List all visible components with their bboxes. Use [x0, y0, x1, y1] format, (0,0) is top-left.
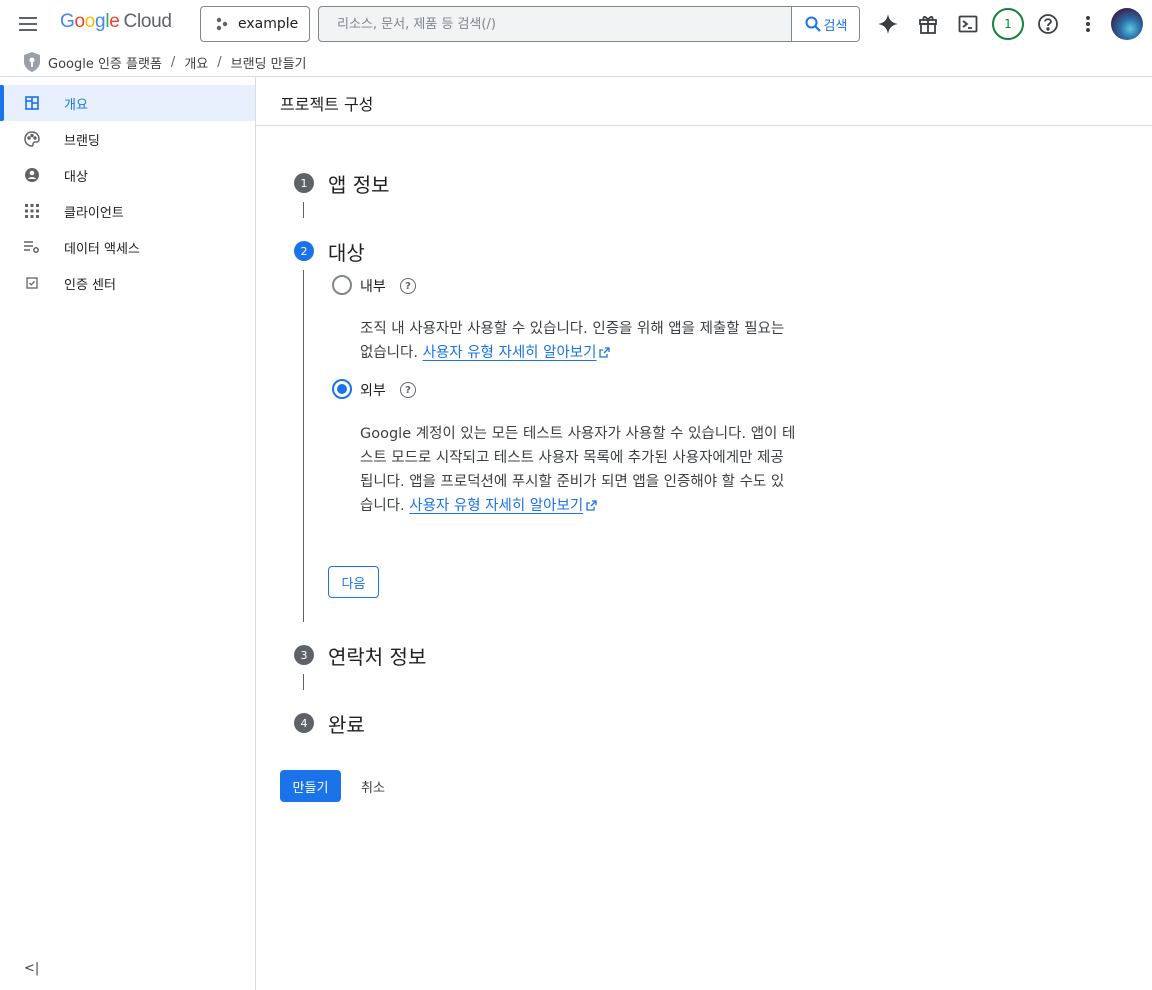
step-4-title[interactable]: 완료 — [328, 709, 365, 738]
step-4-number: 4 — [294, 713, 314, 733]
google-cloud-logo[interactable]: Google Cloud — [60, 11, 172, 33]
account-avatar[interactable] — [1111, 8, 1143, 40]
project-hierarchy-icon — [216, 17, 228, 31]
internal-label: 내부 — [360, 279, 386, 295]
breadcrumb-current: 브랜딩 만들기 — [230, 56, 307, 72]
step-connector — [303, 270, 304, 622]
sidebar-item-data-access[interactable]: 데이터 액세스 — [0, 229, 255, 265]
page-title: 프로젝트 구성 — [280, 95, 374, 114]
account-circle-icon — [24, 167, 40, 183]
internal-description: 조직 내 사용자만 사용할 수 있습니다. 인증을 위해 앱을 제출할 필요는 … — [360, 321, 785, 361]
more-vert-icon[interactable] — [1076, 12, 1100, 36]
help-icon[interactable] — [1036, 12, 1060, 36]
collapse-sidebar-button[interactable]: <| — [24, 961, 39, 976]
external-link-icon — [599, 347, 611, 358]
internal-radio[interactable] — [332, 275, 352, 295]
shield-icon — [24, 52, 40, 72]
step-1-title[interactable]: 앱 정보 — [328, 169, 390, 198]
step-connector — [303, 202, 304, 218]
page-header: 프로젝트 구성 — [256, 77, 1152, 126]
project-picker-button[interactable]: example — [200, 6, 310, 42]
breadcrumb-product[interactable]: Google 인증 플랫폼 — [48, 53, 162, 72]
external-learn-more-link[interactable]: 사용자 유형 자세히 알아보기 — [409, 498, 583, 514]
notifications-badge[interactable]: 1 — [992, 8, 1024, 40]
top-bar: GoogleCloud example 검색 1 — [0, 0, 1152, 48]
sidebar-item-clients[interactable]: 클라이언트 — [0, 193, 255, 229]
internal-help-icon[interactable]: ? — [400, 278, 416, 294]
dashboard-icon — [24, 95, 40, 111]
create-button[interactable]: 만들기 — [280, 770, 341, 802]
project-name: example — [238, 16, 299, 32]
step-2-number: 2 — [294, 241, 314, 261]
external-help-icon[interactable]: ? — [400, 382, 416, 398]
cancel-button[interactable]: 취소 — [353, 770, 393, 802]
list-settings-icon — [24, 239, 40, 255]
external-link-icon — [586, 500, 597, 511]
search-bar: 검색 — [318, 6, 860, 42]
internal-learn-more-link[interactable]: 사용자 유형 자세히 알아보기 — [423, 345, 597, 361]
search-input[interactable] — [319, 7, 791, 41]
step-1-number: 1 — [294, 173, 314, 193]
step-3-title[interactable]: 연락처 정보 — [328, 641, 426, 670]
main-menu-button[interactable] — [16, 12, 40, 36]
sidebar-item-branding[interactable]: 브랜딩 — [0, 121, 255, 157]
sidebar: 개요 브랜딩 대상 클라이언트 데이터 액세스 인증 센터 <| — [0, 77, 256, 990]
step-connector — [303, 674, 304, 690]
sidebar-item-overview[interactable]: 개요 — [0, 85, 255, 121]
terminal-icon[interactable] — [956, 12, 980, 36]
next-button[interactable]: 다음 — [328, 566, 379, 598]
external-radio[interactable] — [332, 379, 352, 399]
step-3-number: 3 — [294, 645, 314, 665]
search-button[interactable]: 검색 — [791, 7, 859, 41]
search-icon — [805, 16, 821, 32]
step-2-title: 대상 — [328, 241, 365, 265]
gift-icon[interactable] — [916, 12, 940, 36]
sidebar-item-audience[interactable]: 대상 — [0, 157, 255, 193]
external-label: 외부 — [360, 383, 386, 399]
external-description: Google 계정이 있는 모든 테스트 사용자가 사용할 수 있습니다. 앱이… — [360, 426, 796, 514]
apps-grid-icon — [24, 203, 40, 219]
breadcrumb: Google 인증 플랫폼 / 개요 / 브랜딩 만들기 — [0, 48, 1152, 77]
breadcrumb-overview[interactable]: 개요 — [184, 53, 208, 72]
gemini-spark-icon[interactable] — [876, 12, 900, 36]
sidebar-item-verification-center[interactable]: 인증 센터 — [0, 265, 255, 301]
verified-checkbox-icon — [24, 275, 40, 291]
palette-icon — [24, 131, 40, 147]
